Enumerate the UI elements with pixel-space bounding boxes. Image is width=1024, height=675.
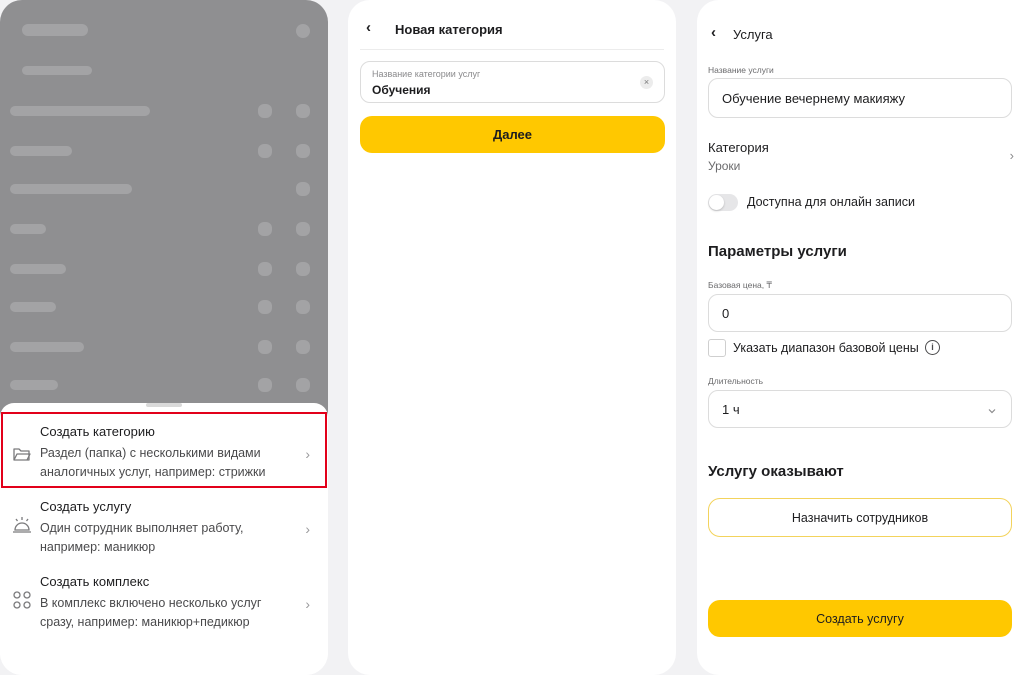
duration-label: Длительность <box>708 376 764 386</box>
toggle-knob <box>709 195 724 210</box>
providers-heading: Услугу оказывают <box>708 463 844 480</box>
create-service-item[interactable]: Создать услугу Один сотрудник выполняет … <box>0 499 328 575</box>
price-range-label: Указать диапазон базовой цены <box>733 341 919 355</box>
complex-icon <box>12 590 32 610</box>
service-name-field[interactable]: Обучение вечернему макияжу <box>708 78 1012 118</box>
info-icon[interactable]: i <box>925 340 940 355</box>
service-screen: ‹ Услуга Название услуги Обучение вечерн… <box>697 0 1024 675</box>
price-label: Базовая цена, ₸ <box>708 280 772 290</box>
assign-staff-button[interactable]: Назначить сотрудников <box>708 498 1012 537</box>
price-range-checkbox[interactable] <box>708 339 726 357</box>
sheet-item-description: В комплекс включено несколько услуг сраз… <box>40 596 262 629</box>
next-button[interactable]: Далее <box>360 116 665 153</box>
sheet-handle[interactable] <box>146 403 182 407</box>
service-name-value: Обучение вечернему макияжу <box>722 91 905 106</box>
category-name-field[interactable]: Название категории услуг Обучения × <box>360 61 665 103</box>
field-label: Название категории услуг <box>372 69 481 79</box>
sheet-item-title: Создать комплекс <box>40 574 150 589</box>
create-menu-screen: Создать категорию Раздел (папка) с неско… <box>0 0 328 675</box>
price-field[interactable]: 0 <box>708 294 1012 332</box>
duration-value: 1 ч <box>722 402 740 417</box>
sheet-item-title: Создать услугу <box>40 499 132 514</box>
back-arrow-icon[interactable]: ‹ <box>366 19 371 36</box>
category-value: Уроки <box>708 159 741 173</box>
service-bell-icon <box>12 515 32 535</box>
category-selector[interactable]: Категория Уроки › <box>708 138 1014 178</box>
header-divider <box>360 49 664 50</box>
sheet-item-description: Один сотрудник выполняет работу, наприме… <box>40 521 244 554</box>
chevron-right-icon: › <box>1009 148 1014 163</box>
clear-icon[interactable]: × <box>640 76 653 89</box>
page-title: Услуга <box>733 27 773 42</box>
dimmed-background <box>0 0 328 420</box>
online-booking-label: Доступна для онлайн записи <box>747 195 915 209</box>
duration-select[interactable]: 1 ч <box>708 390 1012 428</box>
chevron-right-icon: › <box>305 596 310 612</box>
field-value: Обучения <box>372 83 431 97</box>
service-name-label: Название услуги <box>708 65 774 75</box>
new-category-screen: ‹ Новая категория Название категории усл… <box>348 0 676 675</box>
chevron-right-icon: › <box>305 521 310 537</box>
create-complex-item[interactable]: Создать комплекс В комплекс включено нес… <box>0 574 328 650</box>
page-title: Новая категория <box>395 22 503 37</box>
online-booking-toggle[interactable] <box>708 194 738 211</box>
back-arrow-icon[interactable]: ‹ <box>711 24 716 41</box>
chevron-down-icon <box>987 403 997 421</box>
category-label: Категория <box>708 140 769 155</box>
highlight-frame <box>1 412 327 488</box>
price-value: 0 <box>722 306 730 321</box>
create-service-button[interactable]: Создать услугу <box>708 600 1012 637</box>
params-heading: Параметры услуги <box>708 243 847 260</box>
